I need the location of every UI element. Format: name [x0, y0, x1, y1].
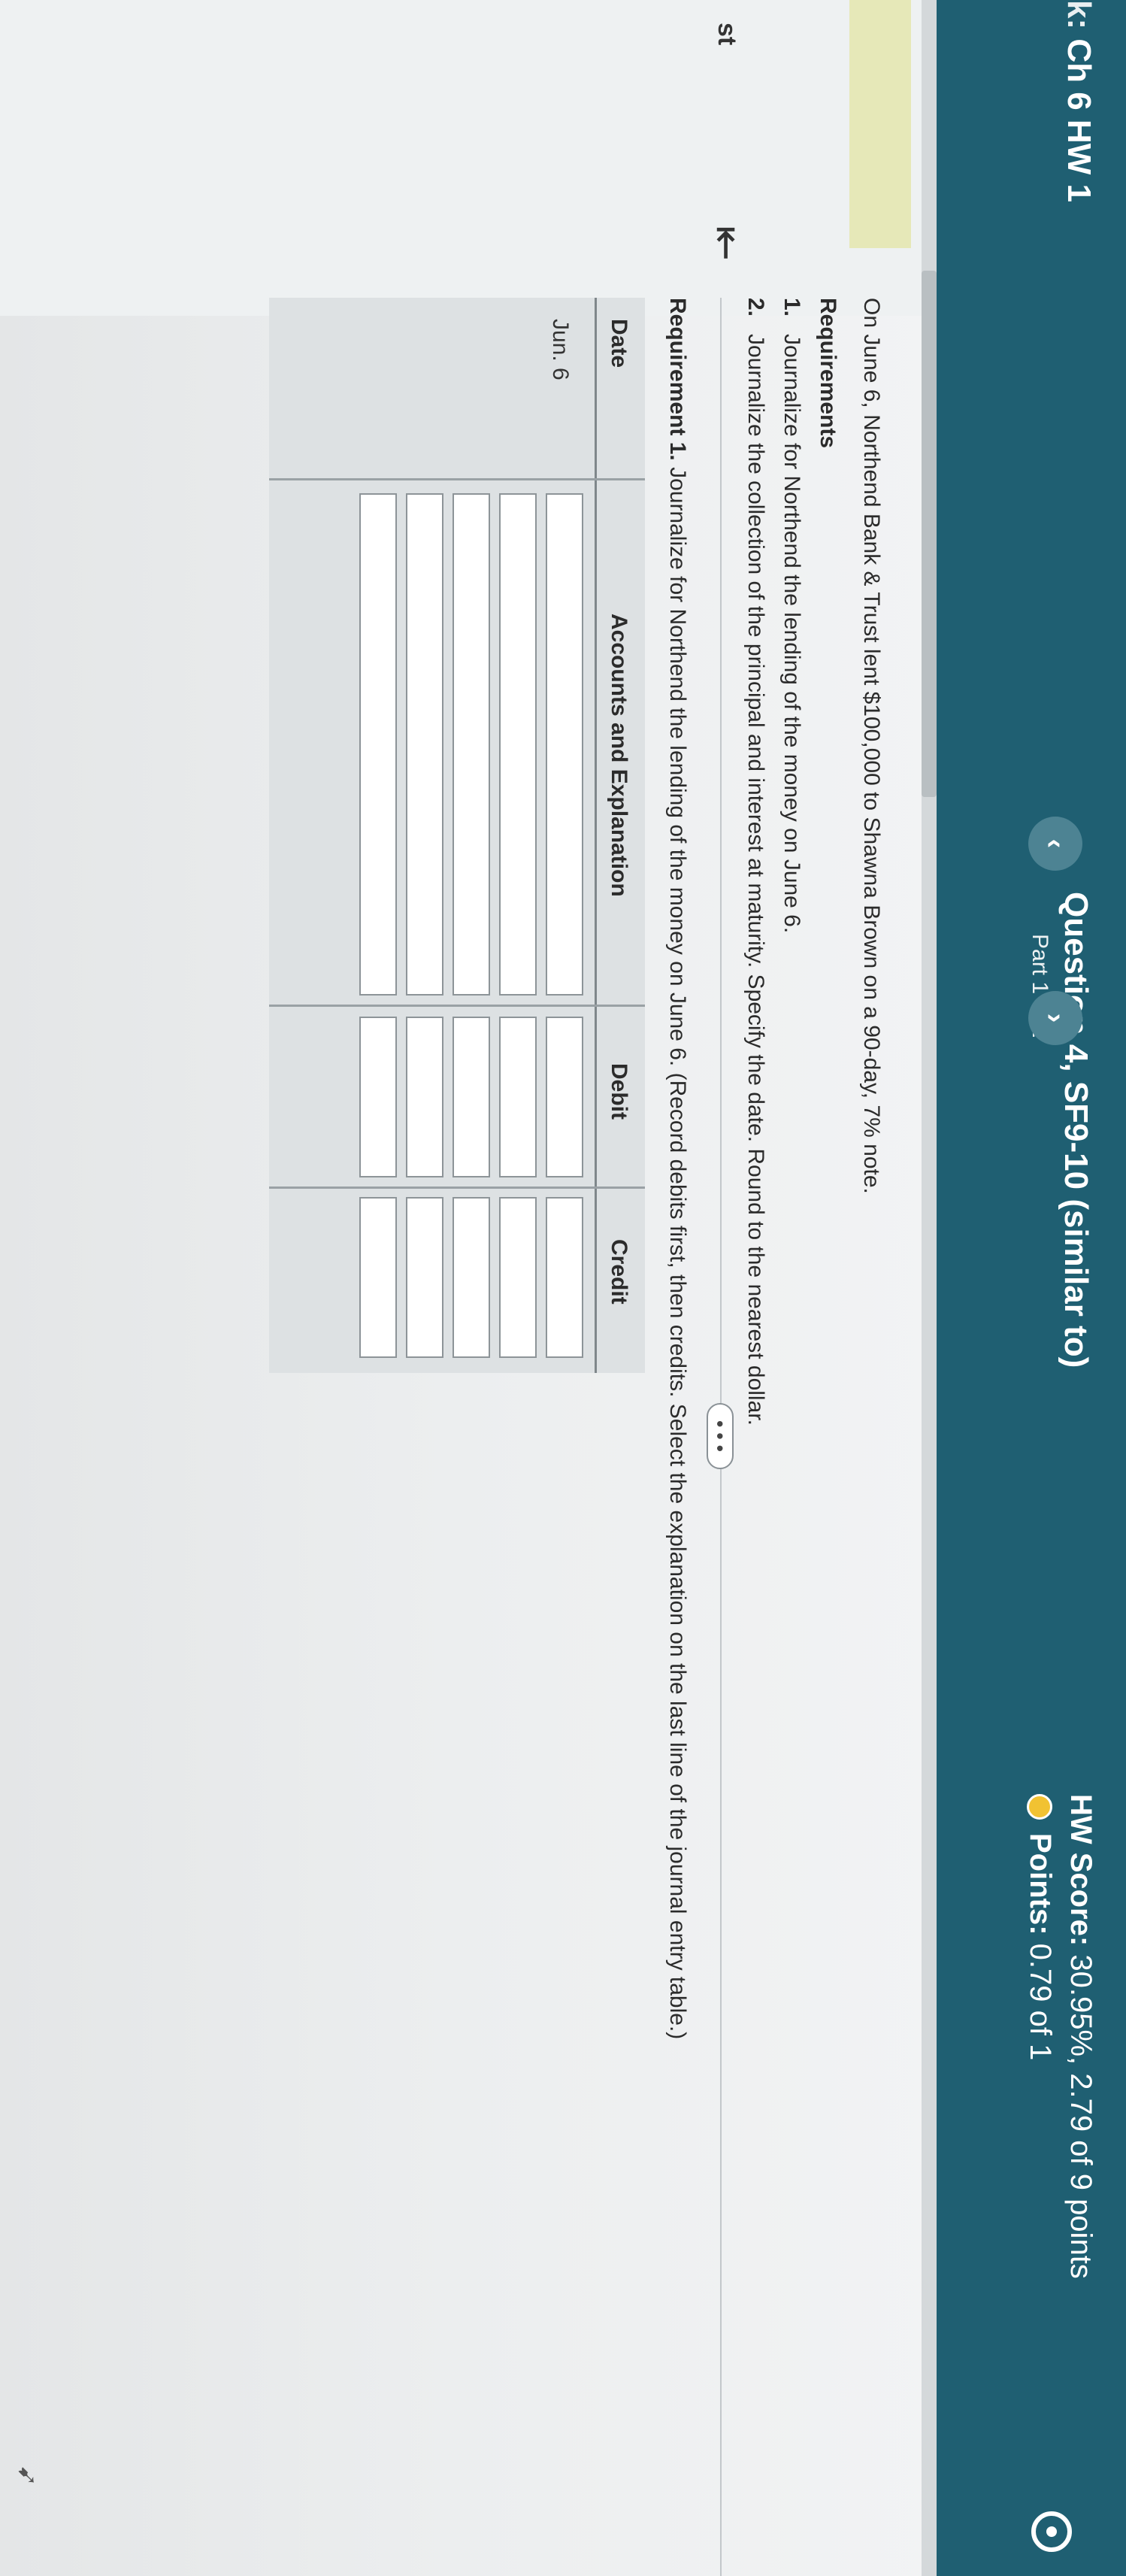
sidebar: st ⇤ — [0, 0, 922, 316]
assignment-title: k: Ch 6 HW 1 — [1060, 0, 1097, 202]
header-date: Date — [607, 319, 631, 368]
journal-row — [446, 298, 496, 1373]
sidebar-highlight — [849, 0, 911, 248]
explanation-input[interactable] — [359, 493, 397, 996]
gear-icon[interactable] — [1031, 2511, 1072, 2552]
chevron-right-icon: › — [1040, 1013, 1072, 1023]
debit-input[interactable] — [546, 1017, 583, 1177]
horizontal-scrollbar[interactable] — [922, 0, 937, 2576]
requirement-item: 1. Journalize for Northend the lending of… — [779, 298, 804, 933]
chevron-left-icon: ‹ — [1040, 838, 1072, 849]
debit-input[interactable] — [406, 1017, 443, 1177]
points-label: Points: — [1024, 1833, 1057, 1935]
hw-score: HW Score: 30.95%, 2.79 of 9 points — [1064, 1794, 1097, 2279]
credit-input[interactable] — [499, 1197, 537, 1358]
credit-input[interactable] — [406, 1197, 443, 1358]
header-underline — [595, 298, 597, 1373]
header-debit: Debit — [607, 1063, 631, 1120]
header-credit: Credit — [607, 1239, 631, 1305]
hw-score-value: 30.95%, 2.79 of 9 points — [1064, 1954, 1097, 2279]
journal-row — [353, 298, 403, 1373]
next-question-button[interactable]: › — [1028, 991, 1082, 1045]
requirement-text: Journalize for Northend the lending of t… — [779, 334, 804, 934]
previous-question-button[interactable]: ‹ — [1028, 817, 1082, 871]
requirement-number: 2. — [743, 298, 768, 317]
journal-row — [493, 298, 543, 1373]
credit-input[interactable] — [359, 1197, 397, 1358]
requirement-1-label: Requirement 1. — [665, 298, 690, 461]
debit-input[interactable] — [359, 1017, 397, 1177]
credit-input[interactable] — [546, 1197, 583, 1358]
journal-row — [540, 298, 589, 1373]
journal-header-row: Date Accounts and Explanation Debit Cred… — [597, 298, 645, 1373]
requirement-1-instructions: Requirement 1. Journalize for Northend t… — [664, 298, 690, 2039]
debit-input[interactable] — [453, 1017, 490, 1177]
partial-credit-icon — [1027, 1794, 1053, 1820]
credit-input[interactable] — [453, 1197, 490, 1358]
requirements-heading: Requirements — [816, 298, 840, 449]
points: Points: 0.79 of 1 — [1023, 1794, 1057, 2060]
assignment-name: Ch 6 HW 1 — [1061, 38, 1097, 202]
mouse-pointer-icon: ➷ — [16, 2461, 38, 2490]
scrollbar-thumb[interactable] — [922, 271, 937, 797]
question-title: Question 4, SF9-10 (similar to) — [1058, 892, 1094, 1368]
requirement-item: 2. Journalize the collection of the princ… — [743, 298, 768, 1426]
requirement-text: Journalize the collection of the princip… — [743, 334, 768, 1426]
app-window: k: Ch 6 HW 1 ‹ Question 4, SF9-10 (simil… — [0, 0, 1126, 2576]
requirement-1-body: Journalize for Northend the lending of t… — [665, 460, 690, 2040]
sidebar-label: st — [713, 23, 741, 46]
journal-row — [400, 298, 449, 1373]
points-value: 0.79 of 1 — [1024, 1943, 1057, 2061]
top-bar: k: Ch 6 HW 1 ‹ Question 4, SF9-10 (simil… — [937, 0, 1126, 2576]
expand-more-button[interactable]: • • • — [707, 1403, 734, 1469]
account-input[interactable] — [499, 493, 537, 996]
requirement-number: 1. — [779, 298, 804, 317]
header-accounts: Accounts and Explanation — [607, 614, 631, 897]
question-text: On June 6, Northend Bank & Trust lent $1… — [859, 298, 884, 1194]
journal-entry-table: Date Accounts and Explanation Debit Cred… — [269, 298, 645, 1373]
collapse-panel-icon[interactable]: ⇤ — [702, 226, 752, 261]
hw-score-label: HW Score: — [1064, 1794, 1097, 1947]
account-input[interactable] — [546, 493, 583, 996]
debit-input[interactable] — [499, 1017, 537, 1177]
account-input[interactable] — [453, 493, 490, 996]
account-input[interactable] — [406, 493, 443, 996]
assignment-prefix: k: — [1061, 0, 1097, 39]
